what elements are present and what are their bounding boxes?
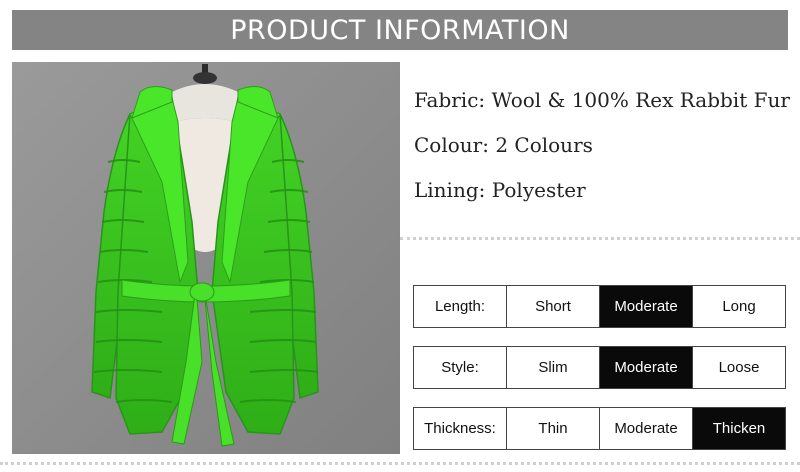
- divider-dotted-bottom: [0, 462, 800, 465]
- size-option: Long: [692, 286, 785, 327]
- green-fur-coat-image: [12, 62, 400, 454]
- header-bar: PRODUCT INFORMATION: [12, 10, 788, 50]
- divider-dotted: [400, 237, 800, 240]
- size-row-length: Length: Short Moderate Long: [413, 285, 786, 328]
- size-option: Short: [506, 286, 599, 327]
- size-option-selected: Moderate: [599, 347, 692, 388]
- size-option: Moderate: [599, 408, 692, 449]
- size-row-label: Thickness:: [414, 408, 506, 449]
- size-option: Slim: [506, 347, 599, 388]
- size-row-thickness: Thickness: Thin Moderate Thicken: [413, 407, 786, 450]
- size-option: Thin: [506, 408, 599, 449]
- size-row-label: Length:: [414, 286, 506, 327]
- spec-lining: Lining: Polyester: [414, 178, 586, 202]
- size-option-selected: Moderate: [599, 286, 692, 327]
- spec-fabric: Fabric: Wool & 100% Rex Rabbit Fur: [414, 88, 790, 112]
- product-photo: [12, 62, 400, 454]
- size-option-selected: Thicken: [692, 408, 785, 449]
- size-option: Loose: [692, 347, 785, 388]
- page-title: PRODUCT INFORMATION: [230, 14, 570, 46]
- spec-colour: Colour: 2 Colours: [414, 133, 593, 157]
- size-row-style: Style: Slim Moderate Loose: [413, 346, 786, 389]
- size-row-label: Style:: [414, 347, 506, 388]
